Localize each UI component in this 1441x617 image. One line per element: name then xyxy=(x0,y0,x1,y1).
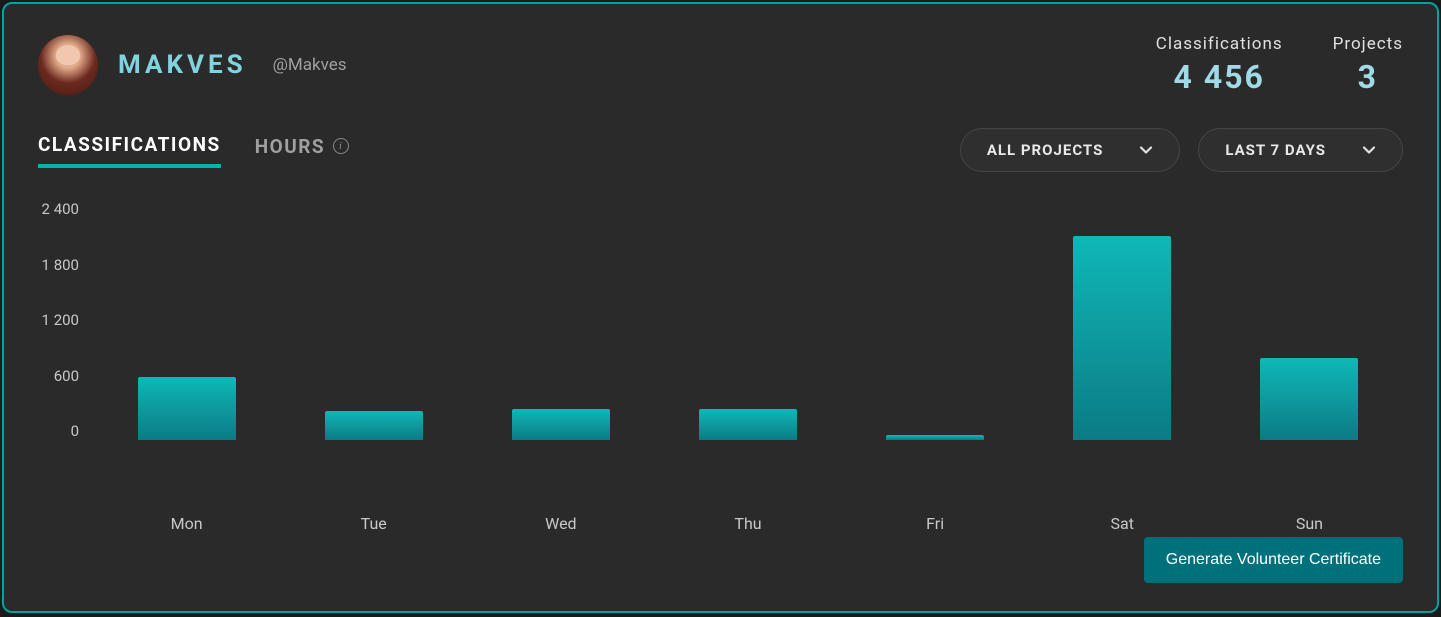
display-name: MAKVES xyxy=(118,50,247,80)
bar-column xyxy=(1029,200,1216,440)
stat-projects-value: 3 xyxy=(1333,58,1403,96)
y-tick: 0 xyxy=(38,422,79,440)
info-icon[interactable]: i xyxy=(333,138,349,154)
tab-hours-label: HOURS xyxy=(255,135,325,158)
bar-column xyxy=(842,200,1029,440)
y-tick: 1 800 xyxy=(38,256,79,274)
x-tick: Tue xyxy=(280,514,467,533)
y-tick: 600 xyxy=(38,367,79,385)
tabs-row: CLASSIFICATIONS HOURS i ALL PROJECTS LAS… xyxy=(38,128,1403,172)
bar-sat[interactable] xyxy=(1073,236,1171,440)
tab-hours[interactable]: HOURS i xyxy=(255,135,349,166)
profile-block: MAKVES @Makves xyxy=(38,35,347,95)
generate-certificate-button[interactable]: Generate Volunteer Certificate xyxy=(1144,537,1403,583)
filter-group: ALL PROJECTS LAST 7 DAYS xyxy=(960,128,1403,172)
bar-mon[interactable] xyxy=(138,377,236,440)
chart-plot xyxy=(93,200,1403,440)
user-handle: @Makves xyxy=(273,55,347,75)
bar-fri[interactable] xyxy=(886,435,984,440)
stat-classifications-value: 4 456 xyxy=(1156,58,1283,96)
tab-classifications[interactable]: CLASSIFICATIONS xyxy=(38,133,221,168)
bar-tue[interactable] xyxy=(325,411,423,440)
bar-sun[interactable] xyxy=(1260,358,1358,440)
x-tick: Wed xyxy=(467,514,654,533)
bar-column xyxy=(93,200,280,440)
summary-stats: Classifications 4 456 Projects 3 xyxy=(1156,34,1403,96)
x-tick: Mon xyxy=(93,514,280,533)
bar-thu[interactable] xyxy=(699,409,797,440)
chevron-down-icon xyxy=(1362,143,1376,157)
x-tick: Sun xyxy=(1216,514,1403,533)
avatar[interactable] xyxy=(38,35,98,95)
tab-classifications-label: CLASSIFICATIONS xyxy=(38,133,221,156)
chart: 2 400 1 800 1 200 600 0 xyxy=(38,200,1403,500)
range-dropdown-label: LAST 7 DAYS xyxy=(1225,141,1326,159)
bar-wed[interactable] xyxy=(512,409,610,440)
range-dropdown[interactable]: LAST 7 DAYS xyxy=(1198,128,1403,172)
stats-panel: MAKVES @Makves Classifications 4 456 Pro… xyxy=(2,2,1439,613)
projects-dropdown-label: ALL PROJECTS xyxy=(987,141,1104,159)
tab-group: CLASSIFICATIONS HOURS i xyxy=(38,133,349,168)
stat-classifications-label: Classifications xyxy=(1156,34,1283,54)
y-axis: 2 400 1 800 1 200 600 0 xyxy=(38,200,93,440)
header-row: MAKVES @Makves Classifications 4 456 Pro… xyxy=(38,34,1403,96)
x-tick: Thu xyxy=(654,514,841,533)
chevron-down-icon xyxy=(1139,143,1153,157)
projects-dropdown[interactable]: ALL PROJECTS xyxy=(960,128,1181,172)
bar-column xyxy=(467,200,654,440)
stat-projects: Projects 3 xyxy=(1333,34,1403,96)
y-tick: 1 200 xyxy=(38,311,79,329)
x-axis: MonTueWedThuFriSatSun xyxy=(93,514,1403,533)
y-tick: 2 400 xyxy=(38,200,79,218)
bar-column xyxy=(280,200,467,440)
x-tick: Fri xyxy=(842,514,1029,533)
bar-column xyxy=(1216,200,1403,440)
x-tick: Sat xyxy=(1029,514,1216,533)
bar-column xyxy=(654,200,841,440)
stat-classifications: Classifications 4 456 xyxy=(1156,34,1283,96)
stat-projects-label: Projects xyxy=(1333,34,1403,54)
footer: Generate Volunteer Certificate xyxy=(1144,537,1403,583)
